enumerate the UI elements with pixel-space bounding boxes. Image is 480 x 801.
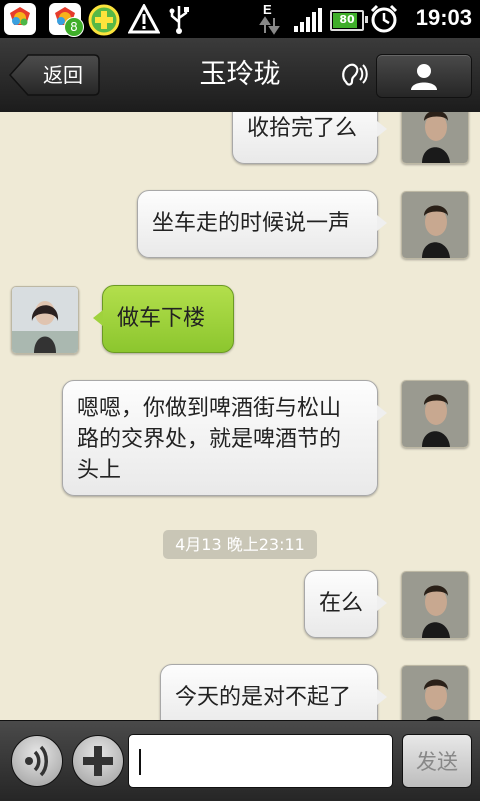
- my-avatar[interactable]: [401, 191, 469, 259]
- message-text: 做车下楼: [117, 306, 206, 331]
- clock: 19:03: [415, 5, 472, 30]
- data-arrows-icon: E: [258, 2, 282, 40]
- message-bubble-outgoing[interactable]: 收拾完了么: [232, 112, 387, 164]
- contact-profile-button[interactable]: [376, 54, 472, 98]
- my-avatar[interactable]: [401, 380, 469, 448]
- message-timestamp: 4月13 晚上23:11: [163, 530, 317, 559]
- battery-level: 80: [339, 13, 355, 26]
- warning-icon: [127, 2, 161, 38]
- my-avatar[interactable]: [401, 571, 469, 639]
- text-cursor: [139, 749, 141, 775]
- alarm-icon: [369, 4, 399, 38]
- earpiece-mode-icon[interactable]: [340, 62, 368, 92]
- message-bubble-incoming[interactable]: 做车下楼: [93, 285, 234, 353]
- app-icon: [4, 3, 36, 35]
- message-text: 收拾完了么: [247, 116, 358, 141]
- message-text: 在么: [319, 591, 364, 616]
- voice-icon: [25, 745, 48, 777]
- message-bubble-outgoing[interactable]: 坐车走的时候说一声: [137, 190, 387, 258]
- chat-area[interactable]: 收拾完了么 坐车走的时候说一声 做车下楼 嗯嗯，你做到啤酒街与松山 路的交界处，…: [0, 112, 480, 720]
- back-button-label: 返回: [43, 63, 83, 87]
- message-bubble-outgoing[interactable]: 在么: [304, 570, 387, 638]
- notification-badge: 8: [64, 17, 84, 37]
- message-text-line: 嗯嗯，你做到啤酒街与松山: [77, 396, 342, 421]
- plus-icon: [83, 746, 113, 776]
- message-bubble-outgoing[interactable]: 今天的是对不起了: [160, 664, 387, 720]
- contact-avatar[interactable]: [11, 286, 79, 354]
- message-text: 坐车走的时候说一声: [152, 211, 351, 236]
- title-bar: 返回 玉玲珑: [0, 38, 480, 113]
- svg-text:E: E: [263, 2, 272, 17]
- usb-icon: [167, 4, 191, 38]
- my-avatar[interactable]: [401, 112, 469, 164]
- plus-app-icon: [88, 4, 120, 40]
- app-icon-with-badge: 8: [49, 3, 84, 37]
- my-avatar[interactable]: [401, 665, 469, 720]
- voice-button[interactable]: [11, 735, 63, 787]
- back-button[interactable]: 返回: [8, 54, 100, 96]
- message-text-line: 头上: [77, 458, 122, 483]
- input-bar: 发送: [0, 720, 480, 801]
- message-input[interactable]: [128, 734, 393, 788]
- signal-icon: [294, 8, 322, 36]
- message-bubble-outgoing[interactable]: 嗯嗯，你做到啤酒街与松山 路的交界处，就是啤酒节的 头上: [62, 380, 387, 496]
- status-bar: 8 E 80 19:03: [0, 0, 480, 38]
- message-text: 今天的是对不起了: [175, 685, 352, 710]
- person-icon: [411, 64, 437, 90]
- send-button[interactable]: 发送: [402, 734, 472, 788]
- battery-icon: 80: [330, 10, 368, 31]
- plus-button[interactable]: [72, 735, 124, 787]
- page-title: 玉玲珑: [199, 59, 281, 90]
- message-text-line: 路的交界处，就是啤酒节的: [77, 427, 342, 452]
